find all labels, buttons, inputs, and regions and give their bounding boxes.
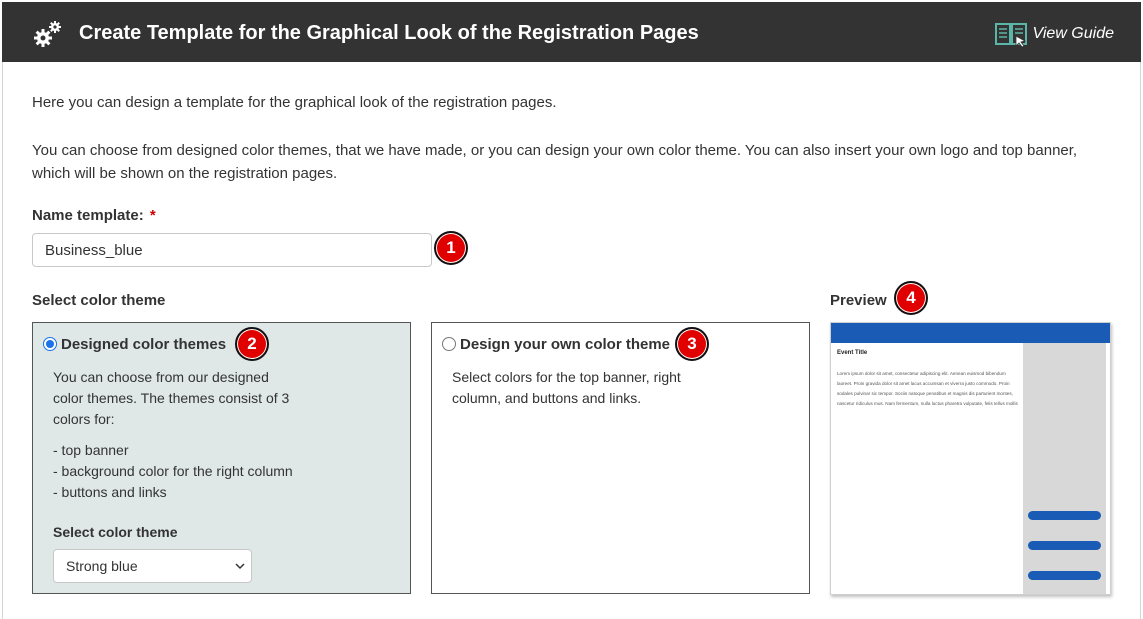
page-title: Create Template for the Graphical Look o…: [79, 22, 699, 44]
designed-themes-list: - top banner - background color for the …: [53, 440, 293, 503]
step-badge-2: 2: [235, 327, 269, 361]
step-badge-3: 3: [675, 327, 709, 361]
intro-text: Here you can design a template for the g…: [32, 94, 557, 111]
view-guide-link[interactable]: View Guide: [994, 20, 1114, 48]
book-guide-icon: [995, 23, 1028, 48]
intro-text-2: You can choose from designed color theme…: [32, 142, 1078, 182]
preview-button: [1028, 541, 1101, 550]
preview-body-text: Lorem ipsum dolor sit amet, consectetur …: [837, 371, 1018, 406]
designed-themes-title[interactable]: Designed color themes: [61, 336, 226, 353]
designed-themes-description: You can choose from our designed color t…: [53, 369, 290, 427]
select-color-theme-label: Select color theme: [53, 524, 178, 540]
color-theme-select[interactable]: Strong blue: [53, 549, 252, 583]
preview-heading: Preview: [830, 292, 887, 309]
view-guide-label[interactable]: View Guide: [1032, 25, 1114, 43]
template-preview: Event Title Lorem ipsum dolor sit amet, …: [830, 322, 1111, 595]
preview-button: [1028, 571, 1101, 580]
page-header: Create Template for the Graphical Look o…: [2, 2, 1141, 62]
step-badge-4: 4: [894, 281, 928, 315]
own-theme-radio[interactable]: [442, 337, 456, 351]
own-theme-description: Select colors for the top banner, right …: [452, 369, 681, 406]
own-theme-panel[interactable]: Design your own color theme Select color…: [431, 322, 810, 594]
preview-button: [1028, 511, 1101, 520]
list-item: - top banner: [53, 442, 129, 458]
gears-icon: [34, 21, 61, 47]
designed-themes-radio[interactable]: [43, 337, 57, 351]
color-theme-select-value: Strong blue: [66, 558, 138, 574]
list-item: - background color for the right column: [53, 463, 293, 479]
select-color-theme-heading: Select color theme: [32, 292, 166, 309]
name-template-label-text: Name template:: [32, 207, 144, 224]
template-name-input[interactable]: [32, 233, 432, 267]
required-mark: *: [149, 207, 156, 224]
list-item: - buttons and links: [53, 484, 167, 500]
preview-event-title: Event Title: [837, 350, 868, 356]
name-template-label: Name template: *: [32, 207, 156, 224]
step-badge-1: 1: [434, 231, 468, 265]
preview-top-banner: [831, 323, 1110, 343]
designed-themes-panel[interactable]: Designed color themes You can choose fro…: [32, 322, 411, 594]
own-theme-title[interactable]: Design your own color theme: [460, 336, 670, 353]
chevron-down-icon: [235, 563, 245, 570]
preview-right-column: [1023, 343, 1106, 594]
